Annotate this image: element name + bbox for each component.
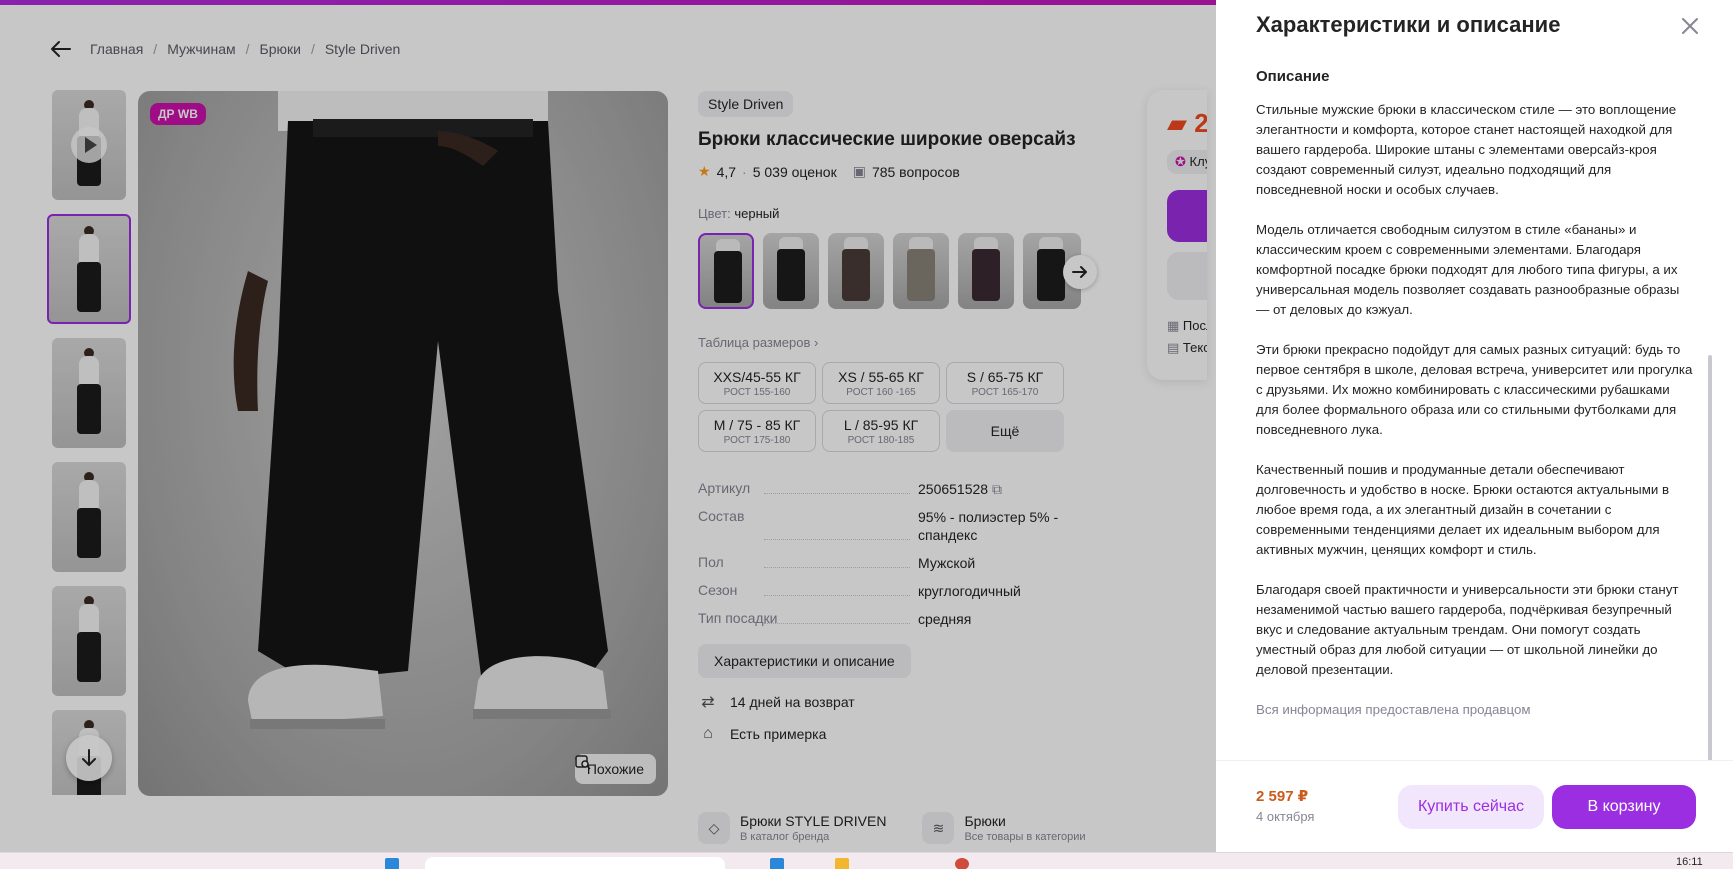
description-text: Стильные мужские брюки в классическом ст… (1256, 100, 1696, 750)
panel-scrollbar[interactable] (1708, 355, 1712, 761)
buy-now-button[interactable]: Купить сейчас (1398, 785, 1544, 829)
description-paragraph: Качественный пошив и продуманные детали … (1256, 462, 1670, 557)
taskbar-folder-icon[interactable] (835, 858, 849, 869)
taskbar-search[interactable] (425, 857, 725, 869)
add-to-cart-button[interactable]: В корзину (1552, 785, 1696, 829)
description-paragraph: Стильные мужские брюки в классическом ст… (1256, 102, 1677, 197)
seller-note: Вся информация предоставлена продавцом (1256, 702, 1531, 717)
description-paragraph: Эти брюки прекрасно подойдут для самых р… (1256, 342, 1693, 437)
panel-footer: 2 597 ₽ 4 октября Купить сейчас В корзин… (1216, 760, 1733, 852)
footer-price: 2 597 ₽ (1256, 788, 1309, 805)
delivery-date: 4 октября (1256, 809, 1315, 824)
os-taskbar: 16:11 (0, 852, 1733, 869)
description-paragraph: Модель отличается свободным силуэтом в с… (1256, 222, 1680, 317)
description-panel: Характеристики и описание Описание Стиль… (1216, 0, 1733, 852)
close-icon[interactable] (1678, 14, 1702, 38)
description-paragraph: Благодаря своей практичности и универсал… (1256, 582, 1679, 677)
modal-backdrop[interactable] (0, 0, 1216, 869)
section-heading: Описание (1256, 68, 1330, 85)
taskbar-app-icon[interactable] (770, 858, 784, 869)
product-page: Главная / Мужчинам / Брюки / Style Drive… (0, 0, 1733, 869)
panel-title: Характеристики и описание (1256, 12, 1561, 37)
taskbar-clock: 16:11 (1676, 856, 1703, 868)
windows-start-icon[interactable] (385, 858, 399, 869)
taskbar-browser-icon[interactable] (955, 858, 969, 869)
